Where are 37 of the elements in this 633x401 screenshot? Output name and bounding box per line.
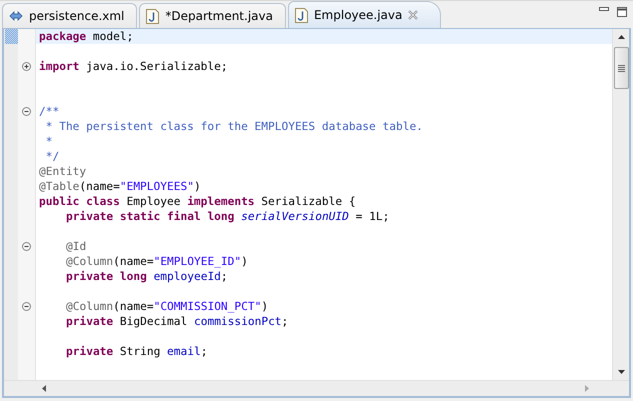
scroll-left-icon[interactable] (42, 385, 46, 392)
code-line: private String email; (65, 344, 208, 359)
code-line: @Column(name="COMMISSION_PCT") (65, 299, 270, 314)
code-line: @Entity (38, 164, 88, 179)
vertical-scrollbar[interactable] (612, 29, 629, 380)
expand-icon[interactable] (22, 62, 31, 71)
code-line: import java.io.Serializable; (38, 59, 229, 74)
editor-tab[interactable]: persistence.xml (2, 3, 138, 28)
scroll-down-icon[interactable] (618, 370, 624, 374)
document-icon (294, 8, 308, 22)
collapse-icon[interactable] (22, 107, 31, 116)
collapse-icon[interactable] (22, 242, 31, 251)
editor-tab[interactable]: *Department.java (139, 3, 286, 28)
code-line: private long employeeId; (65, 269, 229, 284)
code-line: * The persistent class for the EMPLOYEES database table. (44, 119, 424, 134)
code-line: */ (44, 149, 60, 164)
close-icon[interactable] (408, 10, 418, 20)
code-line: private BigDecimal commissionPct; (65, 314, 290, 329)
code-line: * (44, 134, 54, 149)
grip-icon (618, 64, 625, 72)
code-line: private static final long serialVersionUID = 1L; (65, 209, 390, 224)
scroll-up-icon[interactable] (618, 35, 624, 39)
tab-label: Employee.java (314, 8, 402, 22)
code-line: @Column(name="EMPLOYEE_ID") (65, 254, 249, 269)
double-arrow-icon (9, 9, 23, 23)
collapse-icon[interactable] (22, 302, 31, 311)
scroll-thumb[interactable] (614, 47, 629, 89)
document-icon (146, 8, 160, 24)
tab-label: persistence.xml (29, 9, 124, 23)
code-line: public class Employee implements Serializable { (38, 194, 357, 209)
tab-label: *Department.java (165, 9, 273, 23)
code-line: @Table(name="EMPLOYEES") (38, 179, 202, 194)
code-line: /** (38, 104, 60, 119)
minimize-icon[interactable] (599, 7, 609, 12)
code-line: @Id (65, 239, 88, 254)
maximize-icon[interactable] (617, 7, 627, 17)
editor-tab[interactable]: Employee.java (288, 1, 442, 28)
